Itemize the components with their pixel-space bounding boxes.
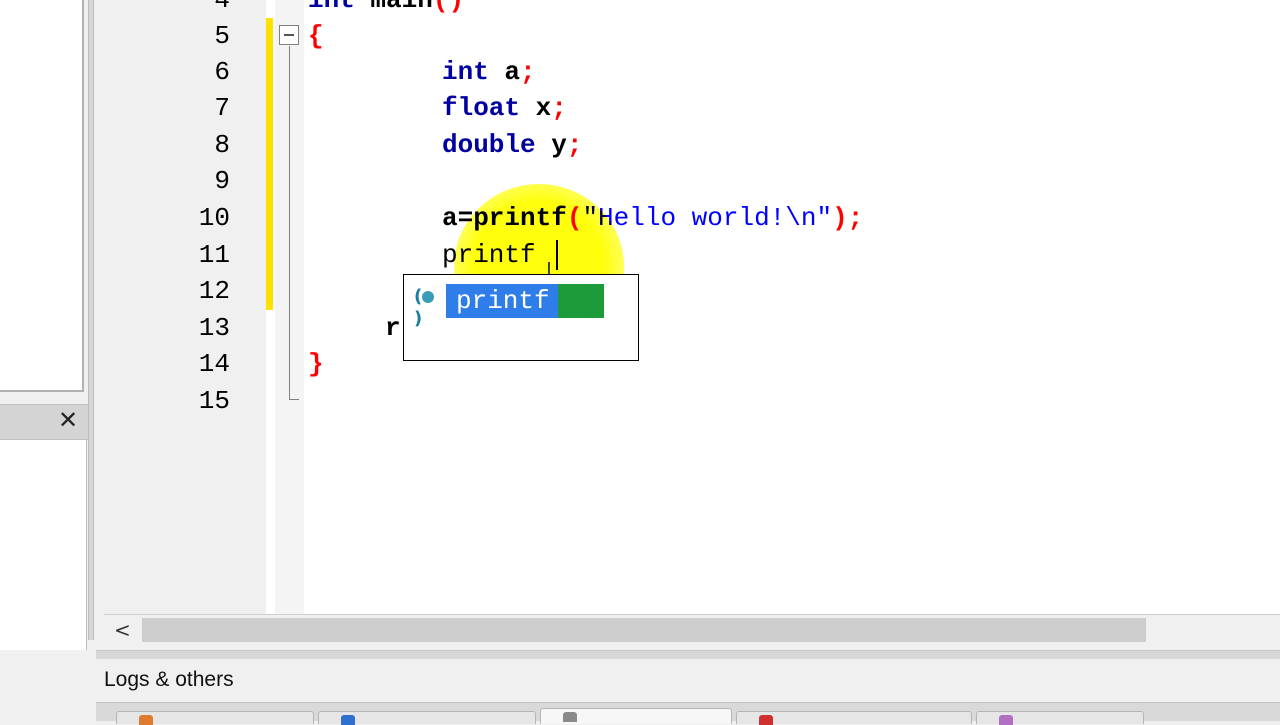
code-line-8[interactable]: double y;	[442, 127, 582, 163]
logs-panel-header: Logs & others	[96, 662, 1280, 702]
panel-splitter[interactable]	[88, 0, 94, 640]
fold-end-marker	[289, 399, 299, 400]
autocomplete-item[interactable]: () printf	[408, 280, 604, 329]
scroll-left-arrow-icon[interactable]: <	[114, 619, 134, 641]
line-number: 11	[198, 240, 230, 270]
changed-lines-marker	[266, 18, 273, 310]
keyword: int	[308, 0, 355, 15]
close-brace: }	[308, 349, 324, 379]
function-icon: ()	[414, 286, 442, 329]
logs-tab[interactable]	[976, 711, 1144, 725]
management-panel: ✕	[0, 0, 100, 650]
logs-tab[interactable]	[736, 711, 972, 725]
autocomplete-popup[interactable]: () printf	[403, 274, 639, 361]
project-tree[interactable]	[0, 0, 84, 392]
collapse-fold-icon[interactable]	[279, 25, 299, 45]
autocomplete-label: printf	[456, 286, 550, 316]
punctuation: ()	[432, 0, 465, 15]
tab-icon	[341, 715, 355, 725]
variable: y	[551, 130, 567, 160]
close-icon[interactable]: ✕	[56, 409, 80, 433]
logs-splitter[interactable]	[96, 650, 1280, 659]
logs-tab[interactable]	[318, 711, 536, 725]
line-number: 9	[214, 166, 230, 196]
line-number: 6	[214, 57, 230, 87]
line-number: 15	[198, 386, 230, 416]
type-keyword: int	[442, 57, 489, 87]
variable: a	[504, 57, 521, 87]
type-keyword: double	[442, 130, 536, 160]
tab-icon	[563, 712, 577, 722]
logs-tab-active[interactable]	[540, 708, 732, 724]
partial-keyword: r	[385, 313, 401, 343]
panel-content[interactable]	[0, 440, 87, 650]
line-number: 7	[214, 93, 230, 123]
type-keyword: float	[442, 93, 521, 123]
horizontal-scrollbar[interactable]: <	[104, 614, 1280, 645]
tab-icon	[139, 715, 153, 725]
semicolon: ;	[551, 93, 567, 123]
logs-tab-strip	[96, 702, 1280, 725]
line-number: 5	[214, 21, 230, 51]
open-brace: {	[308, 21, 324, 51]
tab-icon	[759, 715, 773, 725]
fold-line	[289, 46, 290, 399]
line-number: 13	[198, 313, 230, 343]
code-line-7[interactable]: float x;	[442, 90, 567, 126]
code-line-5[interactable]: {	[308, 18, 324, 54]
close-paren-semicolon: );	[832, 203, 864, 233]
tab-icon	[999, 715, 1013, 725]
semicolon: ;	[566, 130, 583, 160]
line-number: 14	[198, 349, 230, 379]
line-number: 4	[214, 0, 230, 15]
logs-tab[interactable]	[116, 711, 314, 725]
code-line-14[interactable]: }	[308, 346, 324, 382]
logs-title: Logs & others	[104, 668, 234, 691]
identifier: main	[370, 0, 433, 15]
scrollbar-thumb[interactable]	[142, 618, 1146, 642]
code-line-13[interactable]: r	[385, 310, 401, 346]
line-number: 8	[214, 130, 230, 160]
line-number: 12	[198, 276, 230, 306]
semicolon: ;	[520, 57, 536, 87]
code-line-4[interactable]: int main()	[308, 0, 464, 18]
string-literal: "Hello world!\n"	[582, 203, 833, 233]
variable: x	[535, 93, 552, 123]
line-number: 10	[198, 203, 230, 233]
code-line-6[interactable]: int a;	[442, 54, 536, 90]
